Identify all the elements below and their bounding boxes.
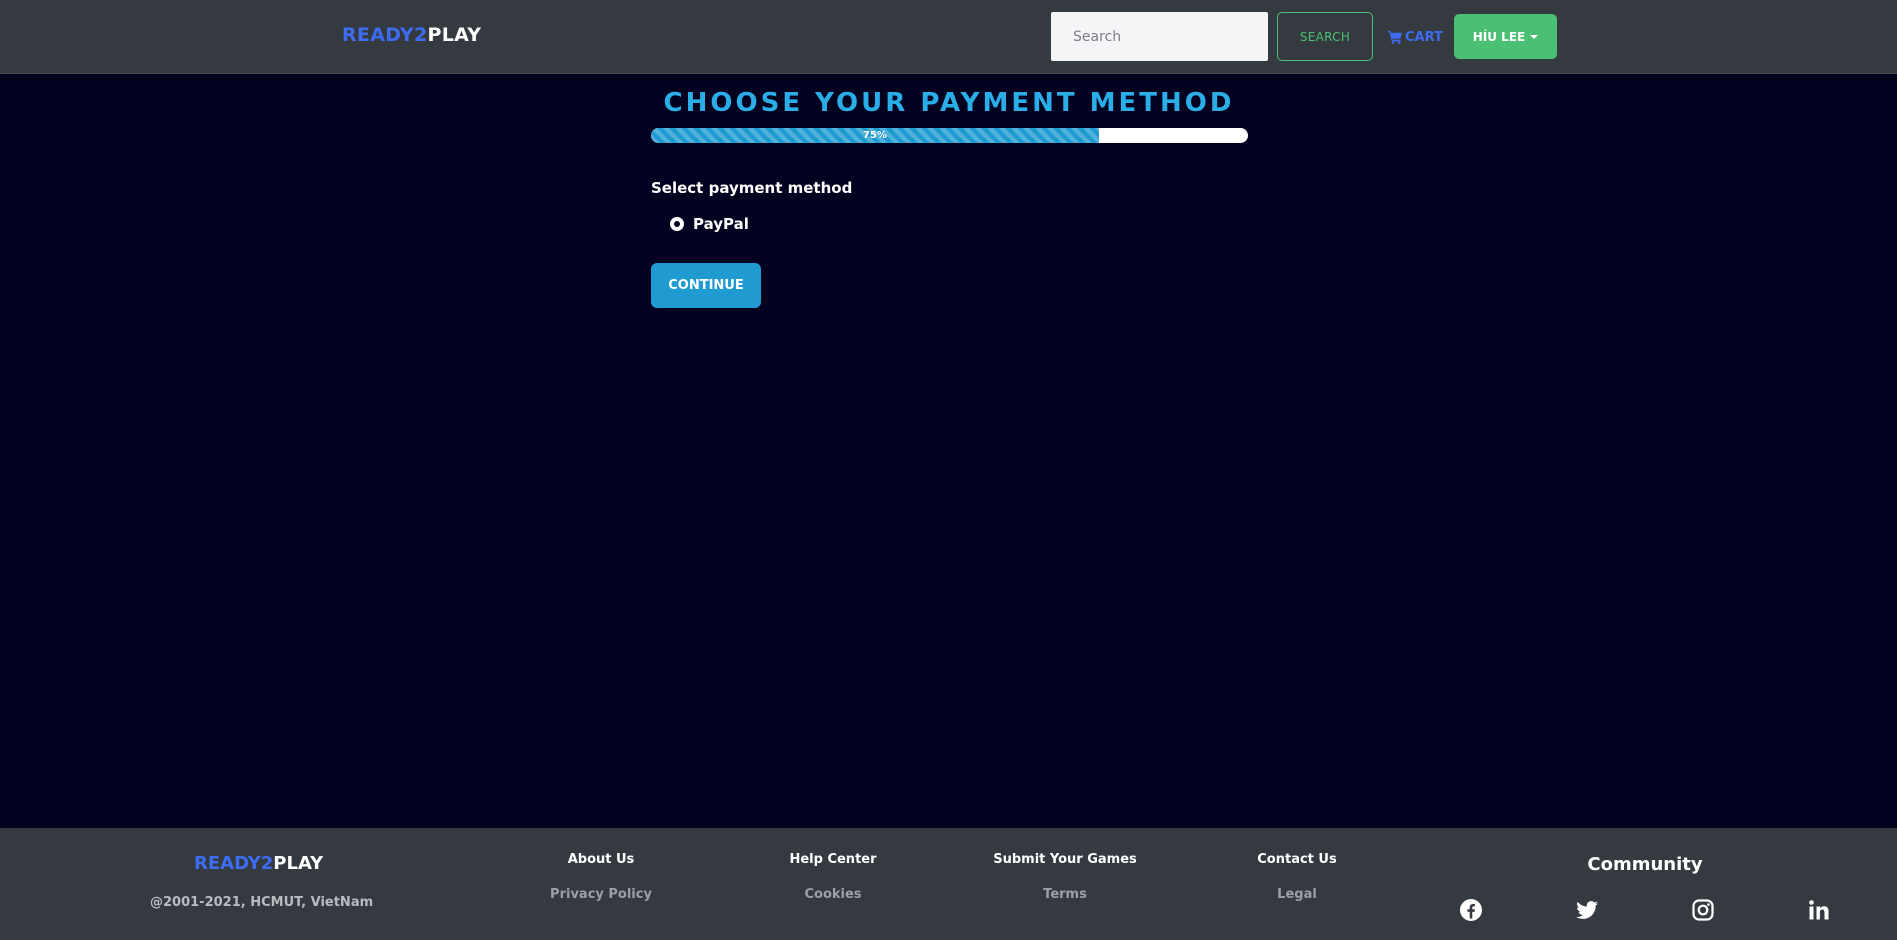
- footer-link-about-us[interactable]: About Us: [501, 852, 701, 867]
- cart-icon: [1388, 30, 1403, 44]
- chevron-down-icon: [1530, 34, 1539, 39]
- footer-col-contact: Contact Us Legal: [1197, 852, 1397, 902]
- search-button[interactable]: SEARCH: [1277, 12, 1373, 61]
- cart-link[interactable]: CART: [1388, 27, 1443, 47]
- user-name: HÍU LEE: [1472, 29, 1526, 44]
- footer-copyright: @2001-2021, HCMUT, VietNam: [150, 895, 374, 910]
- cart-label: CART: [1405, 29, 1443, 45]
- footer-link-legal[interactable]: Legal: [1197, 887, 1397, 902]
- payment-method-label: Select payment method: [651, 179, 853, 197]
- community-title: Community: [1587, 854, 1703, 875]
- paypal-radio[interactable]: [670, 217, 684, 231]
- brand-part-ready2: READY2: [342, 24, 428, 46]
- footer-link-help-center[interactable]: Help Center: [733, 852, 933, 867]
- paypal-label: PayPal: [693, 215, 749, 233]
- search-input[interactable]: [1051, 12, 1268, 61]
- footer-col-submit: Submit Your Games Terms: [965, 852, 1165, 902]
- footer-brand-part-ready2: READY2: [194, 853, 274, 874]
- footer-link-privacy-policy[interactable]: Privacy Policy: [501, 887, 701, 902]
- footer-link-submit-games[interactable]: Submit Your Games: [965, 852, 1165, 867]
- checkout-progress: 75%: [651, 128, 1248, 143]
- linkedin-icon[interactable]: [1807, 898, 1831, 922]
- footer-brand-part-play: PLAY: [273, 853, 324, 874]
- footer-link-terms[interactable]: Terms: [965, 887, 1165, 902]
- user-menu-button[interactable]: HÍU LEE: [1454, 14, 1557, 59]
- brand-part-play: PLAY: [427, 24, 482, 46]
- footer-brand-logo[interactable]: READY2PLAY: [194, 853, 323, 874]
- continue-button[interactable]: CONTINUE: [651, 263, 761, 308]
- radio-selected-dot: [674, 221, 680, 227]
- footer: READY2PLAY @2001-2021, HCMUT, VietNam Ab…: [0, 828, 1897, 940]
- brand-logo[interactable]: READY2PLAY: [342, 24, 481, 46]
- footer-col-about: About Us Privacy Policy: [501, 852, 701, 902]
- payment-option-paypal[interactable]: PayPal: [670, 215, 749, 233]
- facebook-icon[interactable]: [1459, 898, 1483, 922]
- footer-col-help: Help Center Cookies: [733, 852, 933, 902]
- instagram-icon[interactable]: [1691, 898, 1715, 922]
- footer-link-cookies[interactable]: Cookies: [733, 887, 933, 902]
- page-title: CHOOSE YOUR PAYMENT METHOD: [663, 88, 1235, 118]
- progress-bar-fill: 75%: [651, 128, 1099, 143]
- progress-label: 75%: [862, 130, 887, 141]
- footer-link-contact-us[interactable]: Contact Us: [1197, 852, 1397, 867]
- navbar: READY2PLAY SEARCH CART HÍU LEE: [0, 0, 1897, 74]
- twitter-icon[interactable]: [1575, 898, 1599, 922]
